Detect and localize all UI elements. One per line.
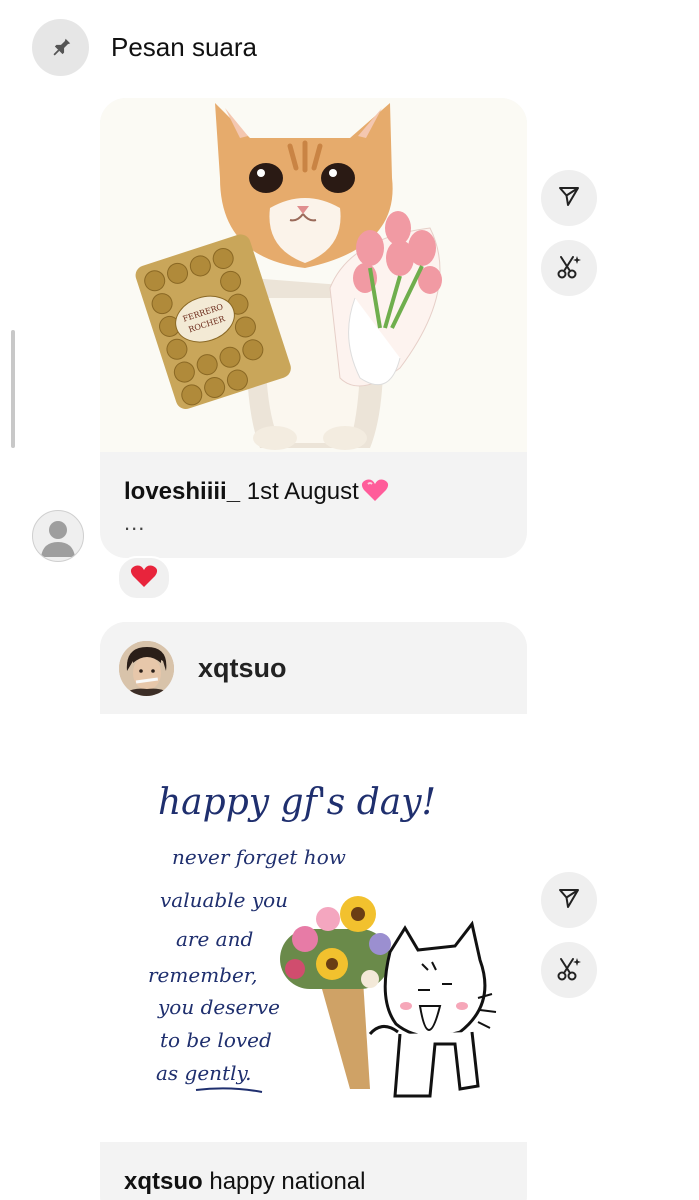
note-line: are and (176, 927, 253, 951)
pink-heart-icon (361, 478, 389, 509)
bouquet-illustration (280, 896, 391, 1089)
share-button[interactable] (541, 872, 597, 928)
message-bubble-shared-post[interactable]: xqtsuo happy gf's day! never forget how … (100, 622, 527, 1200)
send-icon (557, 886, 581, 915)
reaction-badge[interactable] (117, 556, 171, 600)
caption-username[interactable]: loveshiiii_ (124, 478, 240, 505)
sender-avatar[interactable] (32, 510, 84, 562)
scissors-sparkle-icon (555, 252, 583, 285)
note-line: valuable you (160, 888, 288, 912)
message-bubble-post[interactable]: FERRERO ROCHER loveshiiii_ 1st August ..… (100, 98, 527, 558)
caption-more[interactable]: ... (124, 510, 145, 536)
scissors-sparkle-icon (555, 954, 583, 987)
caption-text: 1st August (240, 478, 359, 505)
send-icon (557, 184, 581, 213)
remix-button[interactable] (541, 942, 597, 998)
shared-post-caption: xqtsuo happy national (124, 1168, 365, 1196)
post-image-handwritten-note[interactable]: happy gf's day! never forget how valuabl… (100, 714, 527, 1142)
note-line: as gently. (156, 1061, 252, 1085)
shared-post-header[interactable]: xqtsuo (100, 622, 527, 714)
post-image-kitten[interactable]: FERRERO ROCHER (100, 98, 527, 452)
pin-icon[interactable] (32, 19, 89, 76)
note-line: you deserve (157, 995, 280, 1019)
share-button[interactable] (541, 170, 597, 226)
user-avatar[interactable] (119, 640, 174, 696)
scrollbar[interactable] (11, 330, 15, 448)
note-line: to be loved (160, 1028, 272, 1052)
note-line: never forget how (172, 845, 346, 869)
pinned-item[interactable]: Pesan suara (32, 19, 257, 76)
caption-username[interactable]: xqtsuo (124, 1168, 203, 1195)
note-line: happy gf's day! (158, 782, 436, 823)
remix-button[interactable] (541, 240, 597, 296)
shared-post-username[interactable]: xqtsuo (198, 653, 287, 684)
red-heart-icon (130, 564, 158, 593)
pinned-title: Pesan suara (111, 32, 257, 62)
caption-text: happy national (202, 1168, 366, 1195)
post-caption: loveshiiii_ 1st August (124, 478, 389, 509)
chat-screen: Pesan suara FERRERO ROCHER loveshiiii_ 1… (0, 0, 699, 1200)
note-line: remember, (148, 963, 258, 987)
